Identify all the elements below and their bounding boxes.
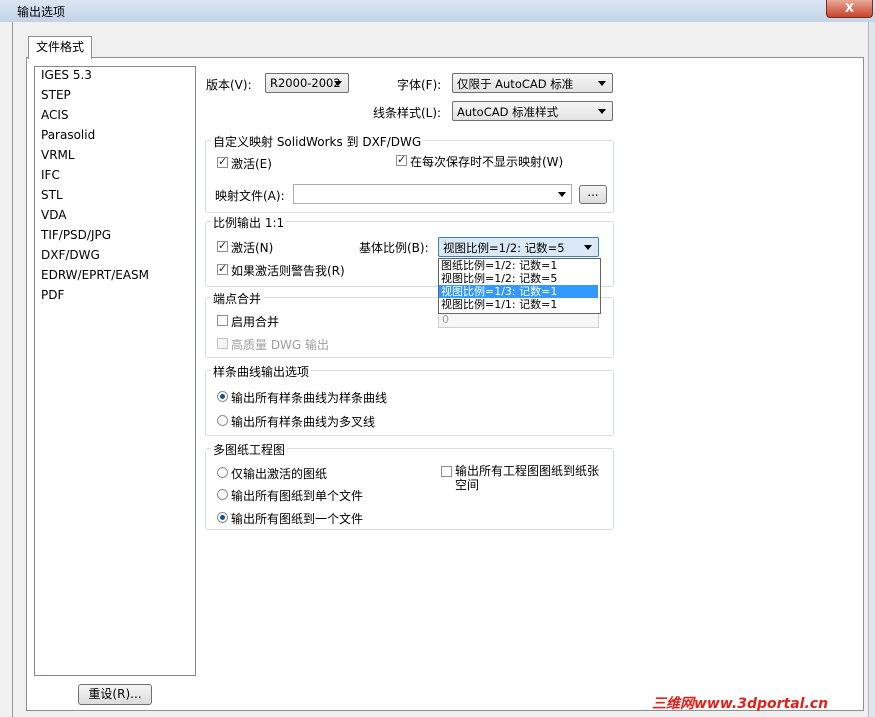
format-list[interactable]: IGES 5.3 STEP ACIS Parasolid VRML IFC ST… [34, 66, 196, 676]
warn-label[interactable]: 如果激活则警告我(R) [231, 262, 345, 279]
mapping-file-label: 映射文件(A): [215, 189, 285, 203]
font-select[interactable]: 仅限于 AutoCAD 标准 [452, 73, 613, 93]
linestyle-value: AutoCAD 标准样式 [457, 105, 559, 119]
multisheet-radio-3[interactable] [217, 512, 228, 523]
list-item[interactable]: DXF/DWG [41, 248, 100, 262]
enable-merge-checkbox[interactable] [217, 315, 228, 326]
list-item[interactable]: ACIS [41, 108, 69, 122]
merge-distance-value: 0 [442, 313, 449, 326]
chevron-down-icon [598, 81, 606, 86]
high-quality-label[interactable]: 高质量 DWG 输出 [231, 336, 329, 353]
paper-space-checkbox[interactable] [441, 466, 452, 477]
spline-option-1[interactable]: 输出所有样条曲线为样条曲线 [231, 389, 387, 406]
close-button[interactable]: X [826, 0, 873, 18]
spline-option-2[interactable]: 输出所有样条曲线为多叉线 [231, 413, 375, 430]
multisheet-legend: 多图纸工程图 [211, 441, 288, 458]
version-select[interactable]: R2000-2002 [265, 73, 349, 93]
title-bar: 输出选项 X [0, 0, 875, 23]
mapping-activate-label[interactable]: 激活(E) [231, 155, 272, 172]
list-item[interactable]: VDA [41, 208, 66, 222]
reset-button[interactable]: 重设(R)... [78, 684, 152, 705]
mapping-file-select[interactable] [293, 184, 572, 204]
endpoint-legend: 端点合并 [211, 290, 264, 307]
list-item[interactable]: Parasolid [41, 128, 95, 142]
multisheet-option-2[interactable]: 输出所有图纸到单个文件 [231, 487, 363, 504]
dropdown-option[interactable]: 图纸比例=1/2: 记数=1 [439, 259, 598, 272]
multisheet-radio-1[interactable] [217, 467, 228, 478]
spline-legend: 样条曲线输出选项 [211, 363, 312, 380]
dropdown-option-selected[interactable]: 视图比例=1/3: 记数=1 [439, 285, 598, 298]
list-item[interactable]: STEP [41, 88, 71, 102]
paper-space-label[interactable]: 输出所有工程图图纸到纸张空间 [455, 464, 605, 492]
dropdown-option[interactable]: 视图比例=1/1: 记数=1 [439, 298, 598, 311]
base-scale-value: 视图比例=1/2: 记数=5 [443, 241, 565, 255]
font-value: 仅限于 AutoCAD 标准 [457, 77, 574, 91]
spline-radio-1[interactable] [217, 391, 228, 402]
font-label: 字体(F): [397, 78, 442, 92]
list-item[interactable]: IGES 5.3 [41, 68, 92, 82]
base-scale-label: 基体比例(B): [359, 241, 429, 255]
linestyle-select[interactable]: AutoCAD 标准样式 [452, 101, 613, 121]
mapping-activate-checkbox[interactable] [217, 155, 228, 168]
merge-distance-input[interactable]: 0 [438, 312, 599, 328]
list-item[interactable]: STL [41, 188, 63, 202]
chevron-down-icon [584, 245, 592, 250]
list-item[interactable]: PDF [41, 288, 64, 302]
base-scale-select[interactable]: 视图比例=1/2: 记数=5 [438, 237, 599, 257]
list-item[interactable]: TIF/PSD/JPG [41, 228, 111, 242]
scale-activate-checkbox[interactable] [217, 239, 228, 252]
high-quality-checkbox[interactable] [217, 338, 228, 349]
list-item[interactable]: VRML [41, 148, 75, 162]
spline-radio-2[interactable] [217, 415, 228, 426]
watermark-logo: 三维网www.3dportal.cn [652, 696, 829, 712]
list-item[interactable]: EDRW/EPRT/EASM [41, 268, 149, 282]
linestyle-label: 线条样式(L): [373, 106, 442, 120]
version-label: 版本(V): [206, 78, 252, 92]
scale-legend: 比例输出 1:1 [211, 214, 287, 231]
scale-activate-label[interactable]: 激活(N) [231, 239, 273, 256]
version-value: R2000-2002 [270, 76, 341, 90]
list-item[interactable]: IFC [41, 168, 60, 182]
enable-merge-label[interactable]: 启用合并 [231, 313, 279, 330]
multisheet-radio-2[interactable] [217, 489, 228, 500]
chevron-down-icon [598, 109, 606, 114]
dropdown-option[interactable]: 视图比例=1/2: 记数=5 [439, 272, 598, 285]
mapping-legend: 自定义映射 SolidWorks 到 DXF/DWG [211, 133, 424, 150]
multisheet-option-1[interactable]: 仅输出激活的图纸 [231, 465, 327, 482]
tab-file-format[interactable]: 文件格式 [28, 36, 92, 59]
no-show-checkbox[interactable] [396, 153, 407, 166]
browse-button[interactable]: ... [579, 185, 607, 204]
no-show-label[interactable]: 在每次保存时不显示映射(W) [410, 153, 563, 170]
warn-checkbox[interactable] [217, 262, 228, 275]
multisheet-option-3[interactable]: 输出所有图纸到一个文件 [231, 510, 363, 527]
right-border [868, 22, 875, 717]
chevron-down-icon [558, 192, 566, 197]
base-scale-dropdown[interactable]: 图纸比例=1/2: 记数=1 视图比例=1/2: 记数=5 视图比例=1/3: … [438, 258, 601, 314]
background-window-edge [0, 22, 13, 717]
window-title: 输出选项 [17, 5, 66, 19]
chevron-down-icon [334, 81, 342, 86]
